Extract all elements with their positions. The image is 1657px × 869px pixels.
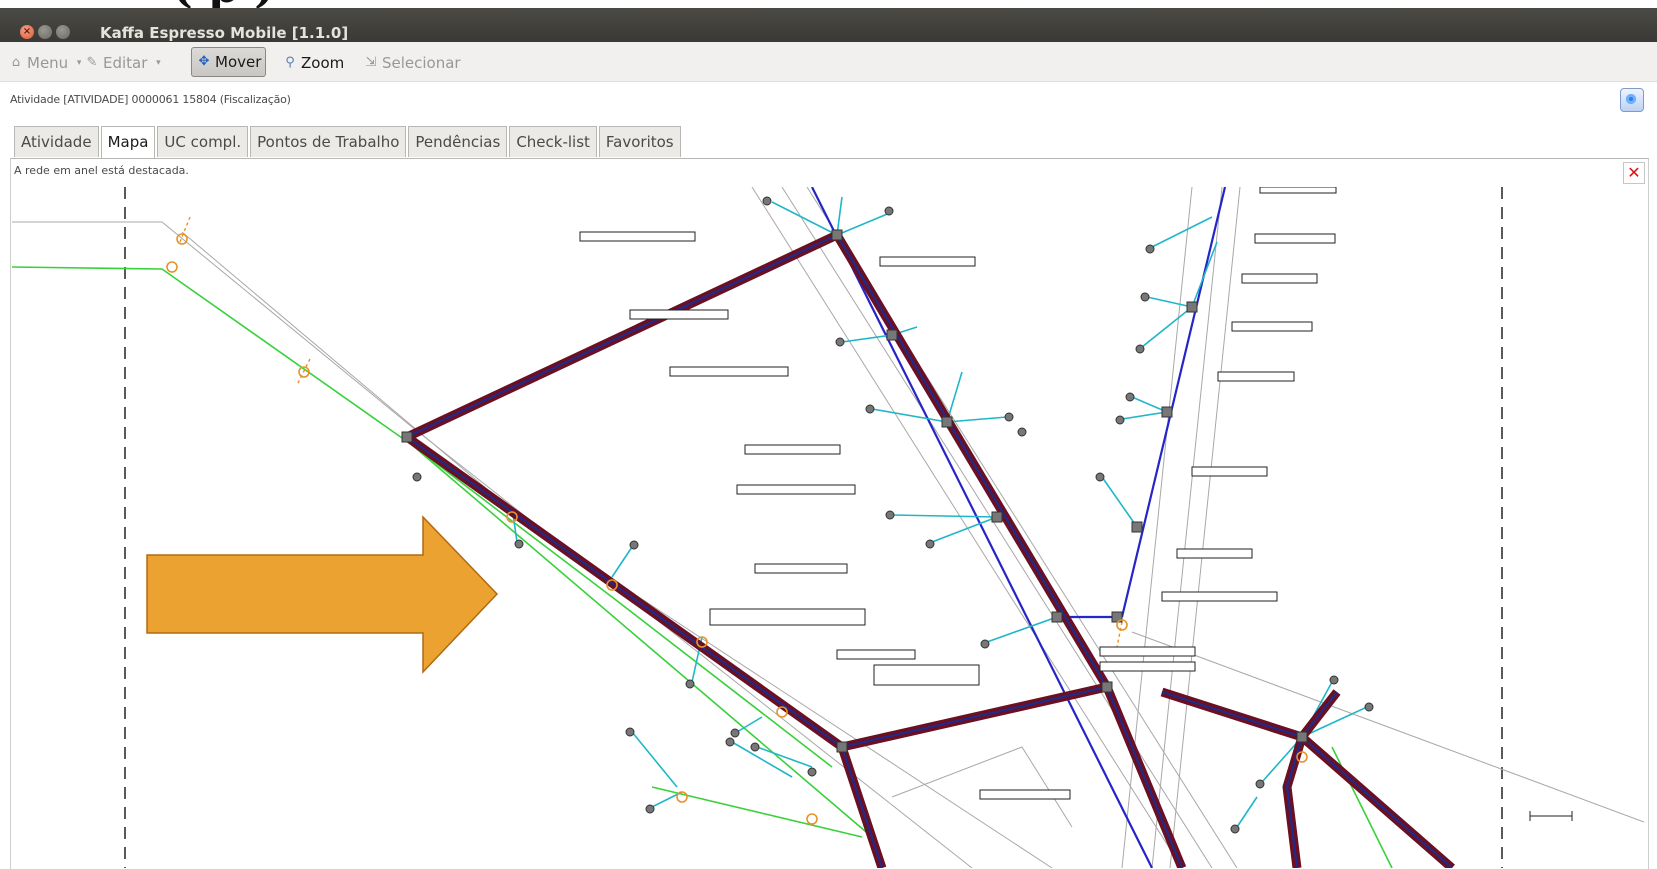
parcel-lines [12,187,1644,868]
pointer-icon: ⇲ [365,55,377,70]
tab-pendencias[interactable]: Pendências [408,126,508,157]
toolbar: ⌂ Menu ▾ ✎ Editar ▾ ✥ Mover ⚲ Zoom ⇲ Sel… [0,42,1657,82]
service-drops [511,196,1368,828]
tab-bar: Atividade Mapa UC compl. Pontos de Traba… [14,126,683,158]
mover-label: Mover [215,53,262,71]
activity-status-text: Atividade [ATIVIDADE] 0000061 15804 (Fis… [10,93,291,106]
selecionar-label: Selecionar [382,54,461,72]
selecionar-button[interactable]: ⇲ Selecionar [363,52,461,74]
tab-pontos-de-trabalho[interactable]: Pontos de Trabalho [250,126,407,157]
title-bar: × Kaffa Espresso Mobile [1.1.0] [0,8,1657,42]
tab-mapa[interactable]: Mapa [100,126,156,158]
move-icon: ✥ [198,54,210,69]
maximize-window-icon[interactable] [56,25,70,39]
ring-highlight-notice: A rede em anel está destacada. [14,164,189,177]
scale-bar [1529,811,1573,821]
cropped-caption: ( p ) [0,0,1657,8]
activity-status-row: Atividade [ATIVIDADE] 0000061 15804 (Fis… [0,82,1657,120]
mover-button[interactable]: ✥ Mover [191,47,267,77]
menu-button[interactable]: ⌂ Menu ▾ [8,52,87,74]
magnifier-icon: ⚲ [285,55,295,70]
zoom-button[interactable]: ⚲ Zoom [282,52,344,74]
close-window-icon[interactable]: × [20,25,34,39]
minimize-window-icon[interactable] [38,25,52,39]
chevron-down-icon: ▾ [156,58,161,68]
menu-label: Menu [27,54,69,72]
close-notice-icon[interactable]: ✕ [1623,162,1645,184]
tab-uc-compl[interactable]: UC compl. [157,126,249,157]
tab-check-list[interactable]: Check-list [509,126,597,157]
network-map[interactable] [12,187,1644,868]
window-title: Kaffa Espresso Mobile [1.1.0] [100,24,349,42]
edit-icon: ✎ [86,55,98,70]
editar-label: Editar [103,54,148,72]
zoom-label: Zoom [301,54,345,72]
tab-atividade[interactable]: Atividade [14,126,99,157]
direction-arrow [146,515,499,674]
tab-favoritos[interactable]: Favoritos [598,126,681,157]
home-icon: ⌂ [11,55,21,70]
refresh-icon[interactable] [1620,88,1644,112]
editar-button[interactable]: ✎ Editar ▾ [84,52,166,74]
